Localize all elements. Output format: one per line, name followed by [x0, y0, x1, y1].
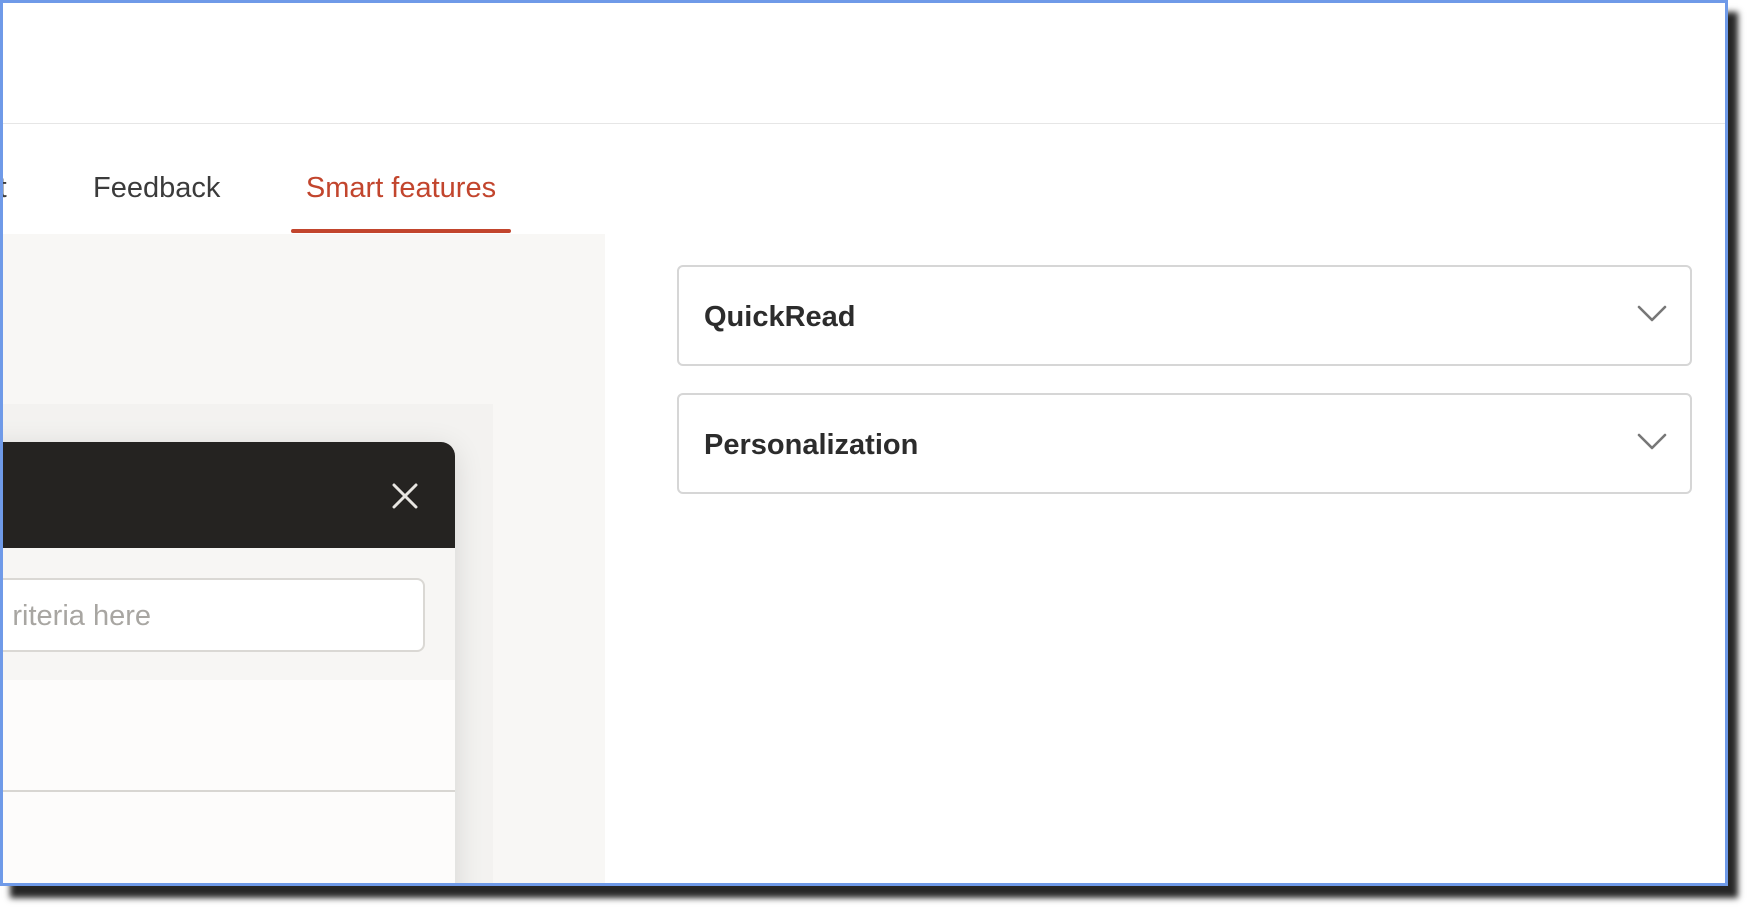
active-tab-indicator — [291, 229, 511, 233]
tab-bar: rt Feedback Smart features — [3, 124, 1725, 234]
dialog-search-area: riteria here — [3, 548, 455, 680]
chevron-down-icon[interactable] — [1636, 303, 1668, 325]
preview-dialog: riteria here — [3, 442, 455, 883]
criteria-search-input[interactable]: riteria here — [3, 578, 425, 652]
tab-partial-label: rt — [3, 172, 7, 204]
chevron-down-icon[interactable] — [1636, 431, 1668, 453]
accordion-quickread-label: QuickRead — [704, 301, 856, 333]
close-icon[interactable] — [385, 476, 425, 516]
top-header — [3, 3, 1725, 124]
tab-smart-features[interactable]: Smart features — [291, 172, 511, 233]
tab-smart-features-label: Smart features — [305, 172, 497, 204]
dialog-body — [3, 680, 455, 792]
accordion-quickread[interactable]: QuickRead — [677, 265, 1692, 366]
tab-feedback-label: Feedback — [93, 172, 221, 204]
dialog-header — [3, 442, 455, 548]
dialog-footer — [3, 792, 455, 883]
accordion-personalization-label: Personalization — [704, 429, 919, 461]
criteria-search-placeholder: riteria here — [12, 600, 151, 632]
tab-partial[interactable]: rt — [3, 172, 7, 205]
feature-preview-panel: riteria here — [3, 234, 605, 883]
accordion-personalization[interactable]: Personalization — [677, 393, 1692, 494]
tab-feedback[interactable]: Feedback — [93, 172, 220, 205]
app-window: rt Feedback Smart features riteri — [0, 0, 1728, 886]
